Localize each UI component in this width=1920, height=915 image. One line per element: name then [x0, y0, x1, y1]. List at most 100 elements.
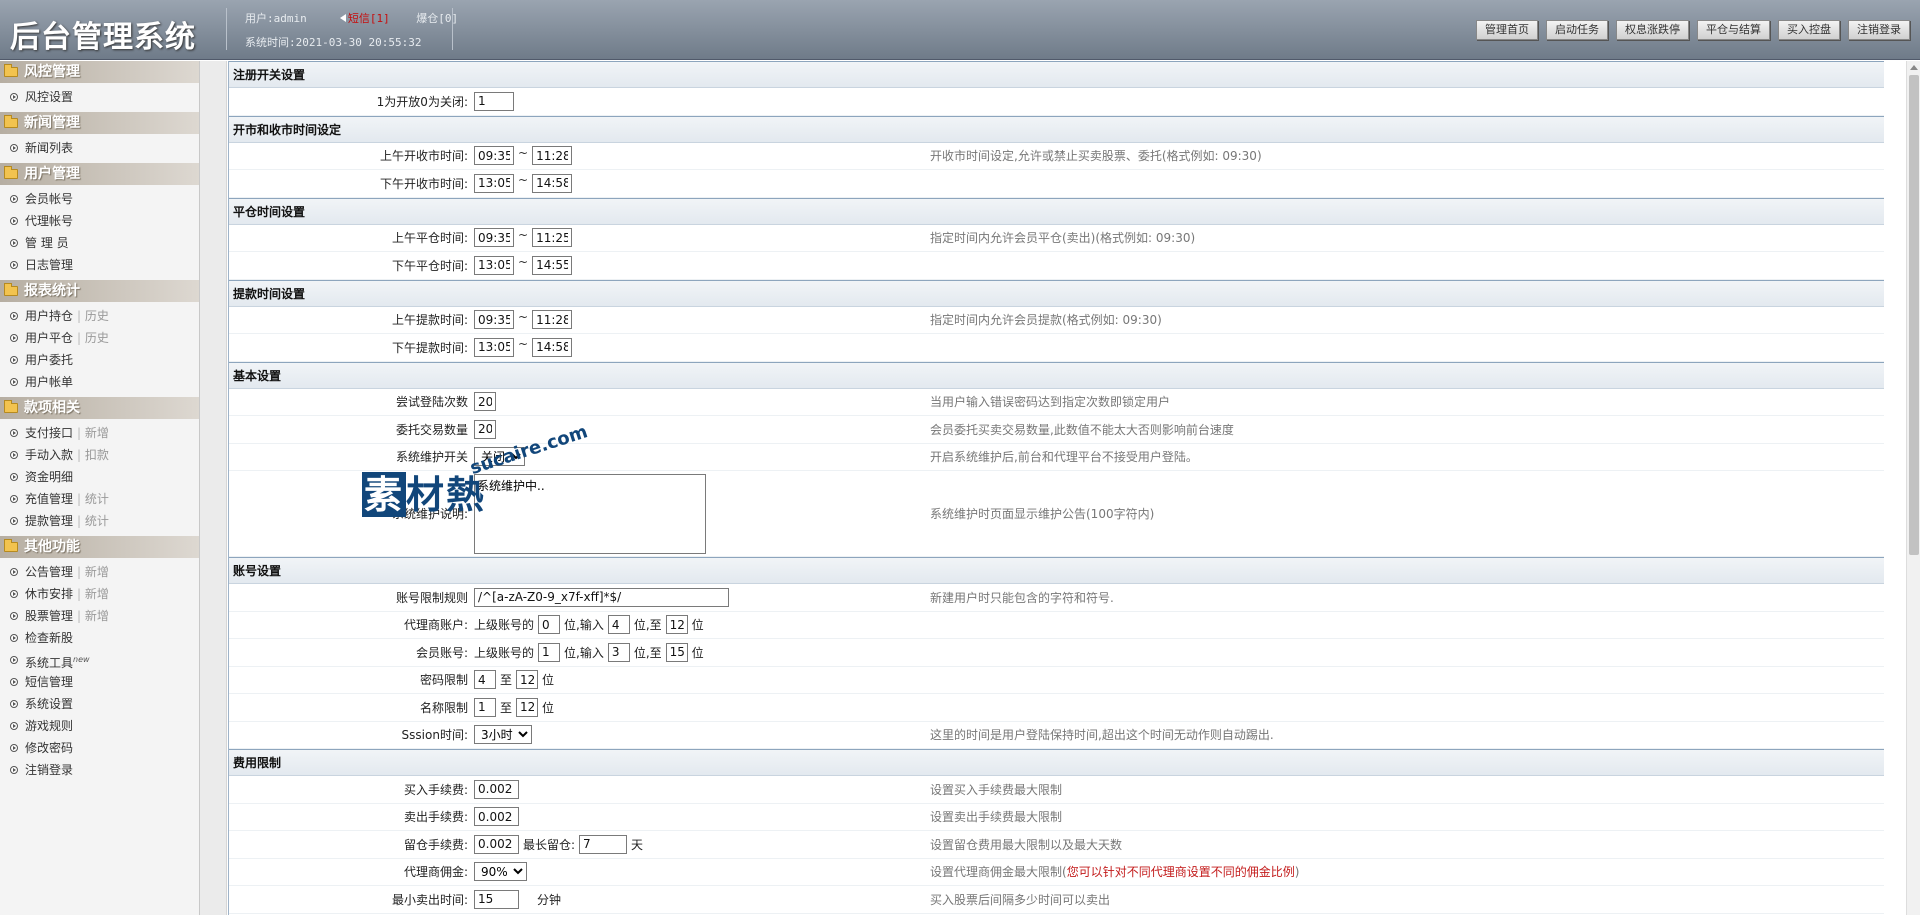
- sidebar-group-head[interactable]: 其他功能: [0, 536, 199, 558]
- sidebar-sub-link[interactable]: 新增: [77, 587, 109, 601]
- sidebar-item[interactable]: 风控设置: [0, 86, 199, 108]
- sidebar-item[interactable]: 用户平仓历史: [0, 327, 199, 349]
- sms-link[interactable]: 短信[1]: [348, 12, 390, 25]
- member-min-input[interactable]: [607, 642, 630, 662]
- password-min-input[interactable]: [474, 670, 496, 690]
- sidebar-item[interactable]: 系统工具new: [0, 649, 199, 671]
- sidebar-item[interactable]: 代理帐号: [0, 210, 199, 232]
- sidebar-group-head[interactable]: 新闻管理: [0, 112, 199, 134]
- member-max-input[interactable]: [665, 642, 688, 662]
- sidebar-sub-link[interactable]: 统计: [77, 514, 109, 528]
- sidebar-sub-link[interactable]: 扣款: [77, 448, 109, 462]
- sidebar-item[interactable]: 用户持仓历史: [0, 305, 199, 327]
- sidebar-item[interactable]: 用户委托: [0, 349, 199, 371]
- sidebar-item[interactable]: 提款管理统计: [0, 510, 199, 532]
- sidebar-sub-link[interactable]: 历史: [77, 331, 109, 345]
- maintenance-select[interactable]: 关闭: [474, 447, 525, 467]
- sidebar-group-head[interactable]: 报表统计: [0, 280, 199, 302]
- entrust-label: 委托交易数量: [395, 422, 468, 437]
- password-max-input[interactable]: [516, 670, 539, 690]
- close-pm-start[interactable]: [474, 255, 514, 275]
- scrollbar[interactable]: [1906, 61, 1920, 915]
- sidebar-group-head[interactable]: 用户管理: [0, 163, 199, 185]
- member-pos-input[interactable]: [538, 642, 561, 662]
- settle-button[interactable]: 平仓与结算: [1697, 20, 1770, 40]
- sidebar-item[interactable]: 支付接口新增: [0, 422, 199, 444]
- login-attempts-input[interactable]: [474, 392, 496, 412]
- sidebar-item[interactable]: 公告管理新增: [0, 561, 199, 583]
- name-min-input[interactable]: [474, 697, 496, 717]
- bullet-arrow-icon: [10, 378, 18, 386]
- section-basic: 基本设置: [229, 361, 1884, 389]
- sidebar-item[interactable]: 检查新股: [0, 627, 199, 649]
- sidebar-item[interactable]: 充值管理统计: [0, 488, 199, 510]
- close-pm-label: 下午平仓时间:: [391, 258, 468, 273]
- scroll-thumb[interactable]: [1909, 75, 1919, 555]
- limit-button[interactable]: 权息涨跌停: [1616, 20, 1689, 40]
- sell-fee-input[interactable]: [474, 807, 519, 827]
- min-sell-input[interactable]: [474, 889, 519, 909]
- sidebar-sub-link[interactable]: 统计: [77, 492, 109, 506]
- sidebar-item[interactable]: 管 理 员: [0, 232, 199, 254]
- close-am-end[interactable]: [532, 228, 573, 248]
- close-pm-end[interactable]: [532, 255, 573, 275]
- market-pm-end[interactable]: [532, 173, 573, 193]
- commission-select[interactable]: 90%: [474, 862, 527, 882]
- session-select[interactable]: 3小时: [474, 725, 532, 745]
- scroll-up-icon[interactable]: [1910, 65, 1918, 70]
- market-pm-start[interactable]: [474, 173, 514, 193]
- sidebar-sub-link[interactable]: 新增: [77, 426, 109, 440]
- withdraw-am-row: 上午提款时间: ~ 指定时间内允许会员提款(格式例如: 09:30): [229, 307, 1884, 334]
- sidebar-item[interactable]: 修改密码: [0, 737, 199, 759]
- stay-fee-input[interactable]: [474, 834, 519, 854]
- withdraw-pm-end[interactable]: [532, 337, 573, 357]
- entrust-input[interactable]: [474, 419, 496, 439]
- stay-fee-hint: 设置留仓费用最大限制以及最大天数: [930, 837, 1123, 852]
- sidebar-sub-link[interactable]: 历史: [77, 309, 109, 323]
- sidebar-item[interactable]: 游戏规则: [0, 715, 199, 737]
- account-rule-input[interactable]: [474, 587, 729, 607]
- register-row: 1为开放0为关闭:: [229, 88, 1884, 116]
- name-max-input[interactable]: [516, 697, 539, 717]
- logout-button[interactable]: 注销登录: [1848, 20, 1910, 40]
- sidebar-item[interactable]: 日志管理: [0, 254, 199, 276]
- market-am-end[interactable]: [532, 146, 573, 166]
- register-input[interactable]: [474, 91, 514, 111]
- settings-panel: 注册开关设置 1为开放0为关闭: 开市和收市时间设定 上午开收市时间: ~ 开收…: [228, 61, 1884, 915]
- withdraw-pm-start[interactable]: [474, 337, 514, 357]
- sidebar-item[interactable]: 系统设置: [0, 693, 199, 715]
- close-am-start[interactable]: [474, 228, 514, 248]
- market-am-start[interactable]: [474, 146, 514, 166]
- sidebar-item[interactable]: 股票管理新增: [0, 605, 199, 627]
- sidebar-group-head[interactable]: 风控管理: [0, 61, 199, 83]
- home-button[interactable]: 管理首页: [1476, 20, 1538, 40]
- buy-control-button[interactable]: 买入控盘: [1778, 20, 1840, 40]
- sidebar-item[interactable]: 会员帐号: [0, 188, 199, 210]
- sidebar-item[interactable]: 新闻列表: [0, 137, 199, 159]
- close-pm-row: 下午平仓时间: ~: [229, 252, 1884, 280]
- agent-pos-input[interactable]: [538, 615, 561, 635]
- sidebar-item[interactable]: 手动入款扣款: [0, 444, 199, 466]
- agent-max-input[interactable]: [665, 615, 688, 635]
- start-task-button[interactable]: 启动任务: [1546, 20, 1608, 40]
- password-limit-label: 密码限制: [419, 673, 468, 688]
- sidebar-sub-link[interactable]: 新增: [77, 609, 109, 623]
- sidebar-item[interactable]: 注销登录: [0, 759, 199, 781]
- sidebar-item[interactable]: 短信管理: [0, 671, 199, 693]
- sidebar-sub-link[interactable]: 新增: [77, 565, 109, 579]
- withdraw-am-start[interactable]: [474, 310, 514, 330]
- stay-days-input[interactable]: [579, 834, 628, 854]
- maintenance-desc-textarea[interactable]: 系统维护中..: [474, 473, 706, 554]
- sidebar-item[interactable]: 资金明细: [0, 466, 199, 488]
- buy-fee-hint: 设置买入手续费最大限制: [930, 782, 1063, 797]
- agent-account-label: 代理商账户:: [403, 618, 468, 633]
- agent-min-input[interactable]: [607, 615, 630, 635]
- close-am-row: 上午平仓时间: ~ 指定时间内允许会员平仓(卖出)(格式例如: 09:30): [229, 225, 1884, 252]
- sidebar-item[interactable]: 休市安排新增: [0, 583, 199, 605]
- sidebar-item[interactable]: 用户帐单: [0, 371, 199, 393]
- bullet-arrow-icon: [10, 612, 18, 620]
- withdraw-am-end[interactable]: [532, 310, 573, 330]
- buy-fee-input[interactable]: [474, 779, 519, 799]
- folder-icon: [4, 115, 18, 128]
- sidebar-group-head[interactable]: 款项相关: [0, 397, 199, 419]
